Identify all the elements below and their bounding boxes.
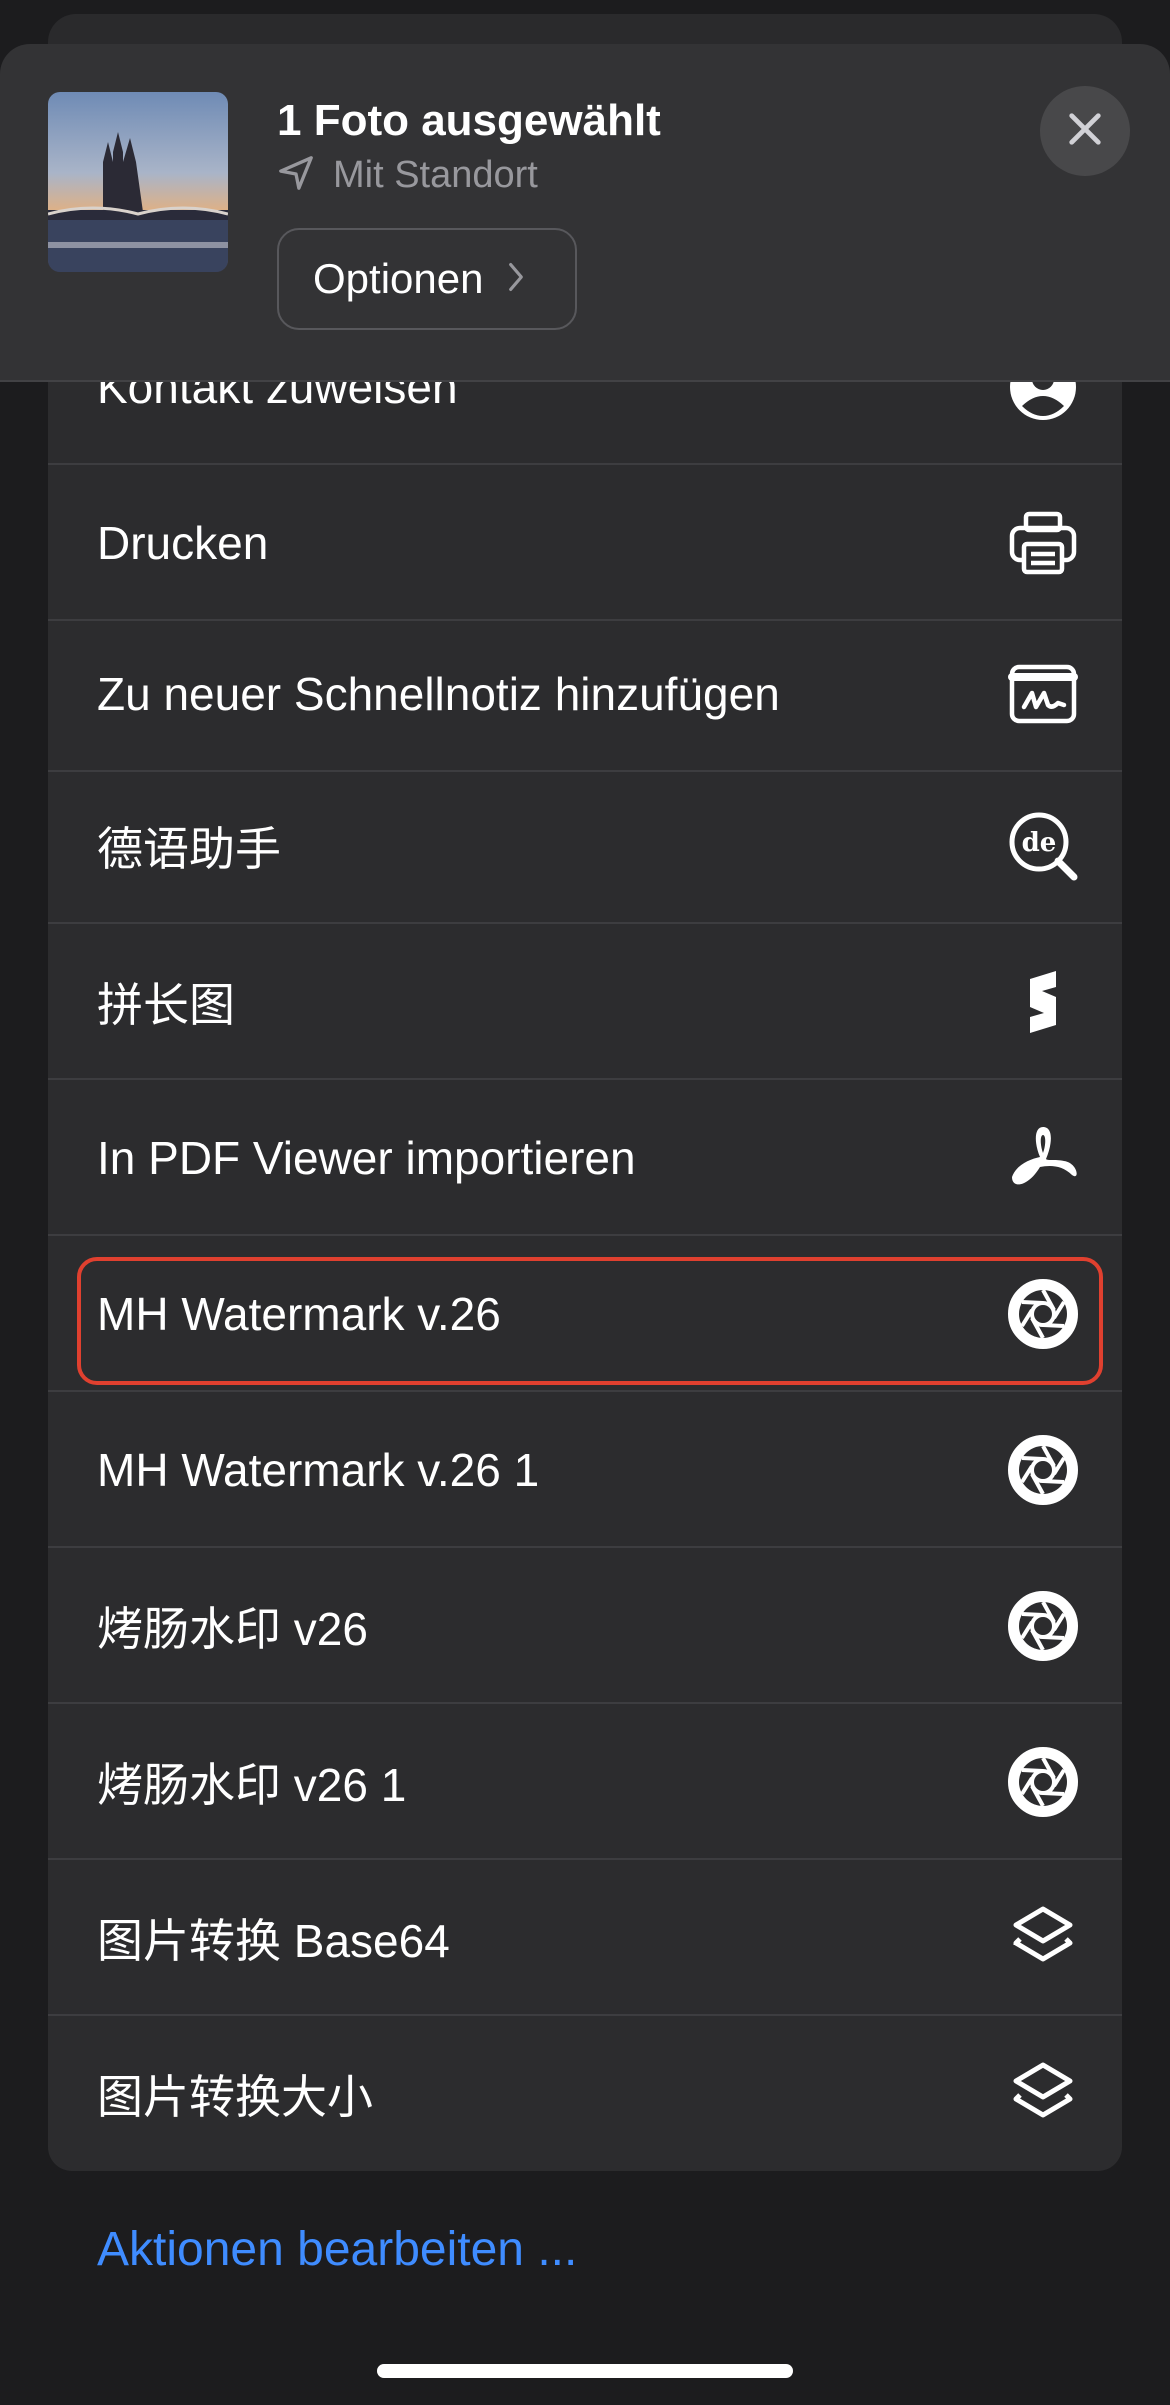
action-label: MH Watermark v.26: [97, 1288, 501, 1340]
home-indicator[interactable]: [377, 2364, 793, 2378]
action-de-assistant[interactable]: 德语助手 de: [48, 768, 1122, 924]
close-icon: [1066, 110, 1104, 153]
printer-icon: [1006, 506, 1080, 580]
action-quick-note[interactable]: Zu neuer Schnellnotiz hinzufügen: [48, 616, 1122, 772]
options-label: Optionen: [313, 255, 484, 302]
close-button[interactable]: [1040, 86, 1130, 176]
action-label: 图片转换大小: [97, 2071, 373, 2123]
edit-actions-link[interactable]: Aktionen bearbeiten ...: [97, 2222, 577, 2277]
aperture-icon: [1006, 1277, 1080, 1351]
share-sheet-header: 1 Foto ausgewählt Mit Standort Optionen: [0, 44, 1170, 382]
pdf-viewer-icon: [1006, 1121, 1080, 1195]
action-label: Drucken: [97, 517, 269, 569]
location-label: Mit Standort: [333, 154, 538, 196]
action-label: 烤肠水印 v26: [97, 1603, 368, 1655]
action-long-image[interactable]: 拼长图: [48, 924, 1122, 1080]
action-label: In PDF Viewer importieren: [97, 1132, 636, 1184]
action-sausage-watermark-1[interactable]: 烤肠水印 v26 1: [48, 1704, 1122, 1860]
action-sausage-watermark[interactable]: 烤肠水印 v26: [48, 1548, 1122, 1704]
location-arrow-icon: [277, 154, 315, 197]
action-label: Zu neuer Schnellnotiz hinzufügen: [97, 668, 780, 720]
action-mh-watermark[interactable]: MH Watermark v.26: [48, 1236, 1122, 1392]
options-button[interactable]: Optionen: [277, 228, 577, 330]
action-print[interactable]: Drucken: [48, 465, 1122, 621]
action-label: 烤肠水印 v26 1: [97, 1759, 407, 1811]
action-label: MH Watermark v.26 1: [97, 1444, 540, 1496]
actions-list: Kontakt zuweisen Drucken Zu neuer Schnel…: [48, 310, 1122, 2171]
aperture-icon: [1006, 1745, 1080, 1819]
shortcuts-icon: [1006, 1901, 1080, 1975]
sheet-title: 1 Foto ausgewählt: [277, 96, 661, 145]
action-label: 图片转换 Base64: [97, 1915, 450, 1967]
aperture-icon: [1006, 1589, 1080, 1663]
action-image-resize[interactable]: 图片转换大小: [48, 2016, 1122, 2171]
action-label: 德语助手: [97, 823, 281, 875]
quick-note-icon: [1006, 657, 1080, 731]
action-label: 拼长图: [97, 979, 235, 1031]
svg-text:de: de: [1022, 828, 1057, 858]
aperture-icon: [1006, 1433, 1080, 1507]
action-mh-watermark-1[interactable]: MH Watermark v.26 1: [48, 1392, 1122, 1548]
shortcuts-icon: [1006, 2057, 1080, 2131]
s-shape-icon: [1006, 965, 1080, 1039]
chevron-right-icon: [507, 261, 525, 298]
de-search-icon: de: [1006, 809, 1080, 883]
action-pdf-viewer[interactable]: In PDF Viewer importieren: [48, 1080, 1122, 1236]
location-info: Mit Standort: [277, 154, 538, 197]
action-image-base64[interactable]: 图片转换 Base64: [48, 1860, 1122, 2016]
photo-thumbnail[interactable]: [48, 92, 228, 272]
